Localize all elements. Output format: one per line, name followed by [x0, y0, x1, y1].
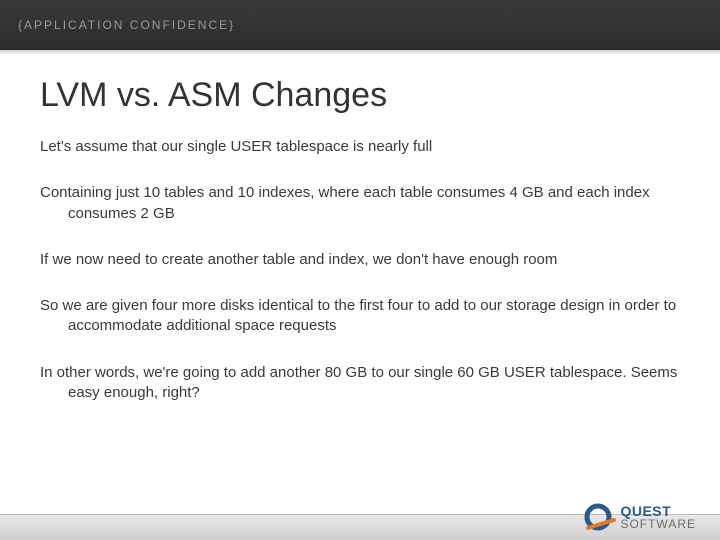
logo-line2: SOFTWARE: [620, 518, 696, 530]
header-bar: {APPLICATION CONFIDENCE}: [0, 0, 720, 50]
quest-q-icon: [582, 500, 616, 534]
slide-paragraph: So we are given four more disks identica…: [40, 296, 680, 337]
slide-title: LVM vs. ASM Changes: [40, 76, 680, 115]
paragraph-text: So we are given four more disks identica…: [40, 296, 680, 337]
paragraph-text: Containing just 10 tables and 10 indexes…: [40, 183, 680, 224]
header-tagline: {APPLICATION CONFIDENCE}: [18, 18, 235, 32]
logo-text: QUEST SOFTWARE: [620, 504, 696, 530]
footer: QUEST SOFTWARE: [0, 496, 720, 540]
logo-line1: QUEST: [620, 504, 696, 518]
paragraph-text: If we now need to create another table a…: [40, 250, 680, 270]
slide-paragraph: Containing just 10 tables and 10 indexes…: [40, 183, 680, 224]
slide-content: LVM vs. ASM Changes Let's assume that ou…: [0, 54, 720, 403]
slide-paragraph: If we now need to create another table a…: [40, 250, 680, 270]
brand-logo: QUEST SOFTWARE: [582, 500, 696, 534]
paragraph-text: In other words, we're going to add anoth…: [40, 363, 680, 404]
slide-paragraph: Let's assume that our single USER tables…: [40, 137, 680, 157]
slide-paragraph: In other words, we're going to add anoth…: [40, 363, 680, 404]
paragraph-text: Let's assume that our single USER tables…: [40, 137, 680, 157]
